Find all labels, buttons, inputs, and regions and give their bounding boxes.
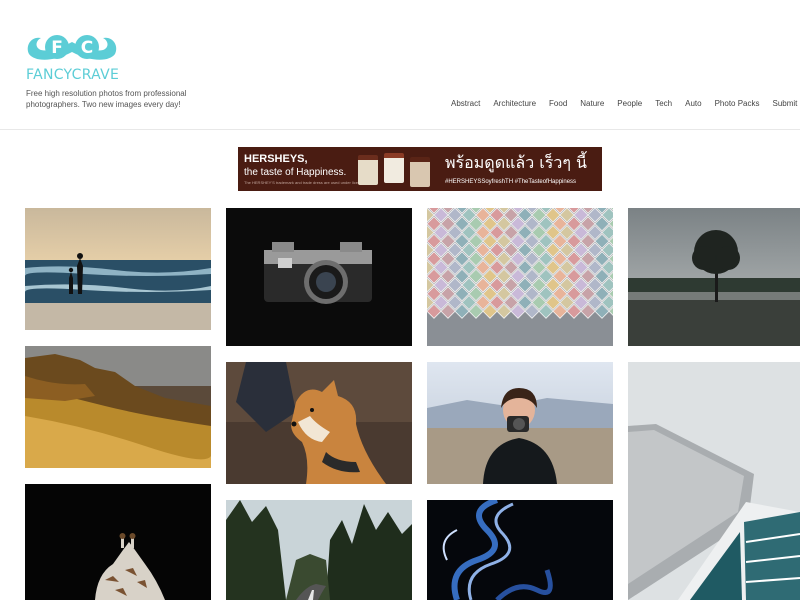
photo-lone-tree-fog[interactable]	[628, 208, 800, 346]
ad-banner[interactable]: HERSHEYS, the taste of Happiness. The HE…	[238, 147, 602, 191]
site-logo[interactable]: F C FANCYCRAVE	[25, 32, 121, 84]
ad-thai-headline: พร้อมดูดแล้ว เร็วๆ นี้	[445, 153, 587, 172]
ad-fine-print: The HERSHEY'S trademark and trade dress …	[244, 180, 366, 185]
category-nav: Abstract Architecture Food Nature People Tech…	[451, 99, 800, 108]
ad-tagline: the taste of Happiness.	[244, 167, 347, 178]
photo-blue-smoke[interactable]	[427, 500, 613, 600]
photo-golden-cliffs[interactable]	[25, 346, 211, 468]
photo-vintage-camera[interactable]	[226, 208, 412, 346]
nav-item-photo-packs[interactable]: Photo Packs	[715, 99, 760, 108]
ad-product-pack	[358, 155, 378, 185]
photo-beach-silhouette[interactable]	[25, 208, 211, 330]
ad-product-pack	[410, 157, 430, 187]
site-tagline: Free high resolution photos from profess…	[26, 89, 187, 109]
photo-pastel-tiles[interactable]	[427, 208, 613, 346]
logo-wordmark: FANCYCRAVE	[26, 67, 120, 83]
nav-item-abstract[interactable]: Abstract	[451, 99, 480, 108]
ad-brand: HERSHEYS,	[244, 153, 308, 165]
nav-item-architecture[interactable]: Architecture	[493, 99, 536, 108]
photo-photographer-woman[interactable]	[427, 362, 613, 484]
photo-concrete-building[interactable]	[628, 362, 800, 600]
nav-item-people[interactable]: People	[617, 99, 642, 108]
logo-letter-f: F	[51, 38, 63, 58]
photo-forest-road[interactable]	[226, 500, 412, 600]
nav-item-food[interactable]: Food	[549, 99, 567, 108]
photo-giraffe[interactable]	[25, 484, 211, 600]
nav-item-nature[interactable]: Nature	[580, 99, 604, 108]
ad-product-pack	[384, 153, 404, 183]
site-header: F C FANCYCRAVE Free high resolution phot…	[0, 0, 800, 130]
nav-item-auto[interactable]: Auto	[685, 99, 701, 108]
nav-item-submit[interactable]: Submit	[773, 99, 798, 108]
nav-item-tech[interactable]: Tech	[655, 99, 672, 108]
logo-letter-c: C	[81, 38, 93, 58]
photo-shiba-dog[interactable]	[226, 362, 412, 484]
ad-hashtags: #HERSHEYSSoyfreshTH #TheTasteofHappiness	[445, 179, 577, 185]
moustache-logo-icon: F C	[27, 35, 117, 60]
